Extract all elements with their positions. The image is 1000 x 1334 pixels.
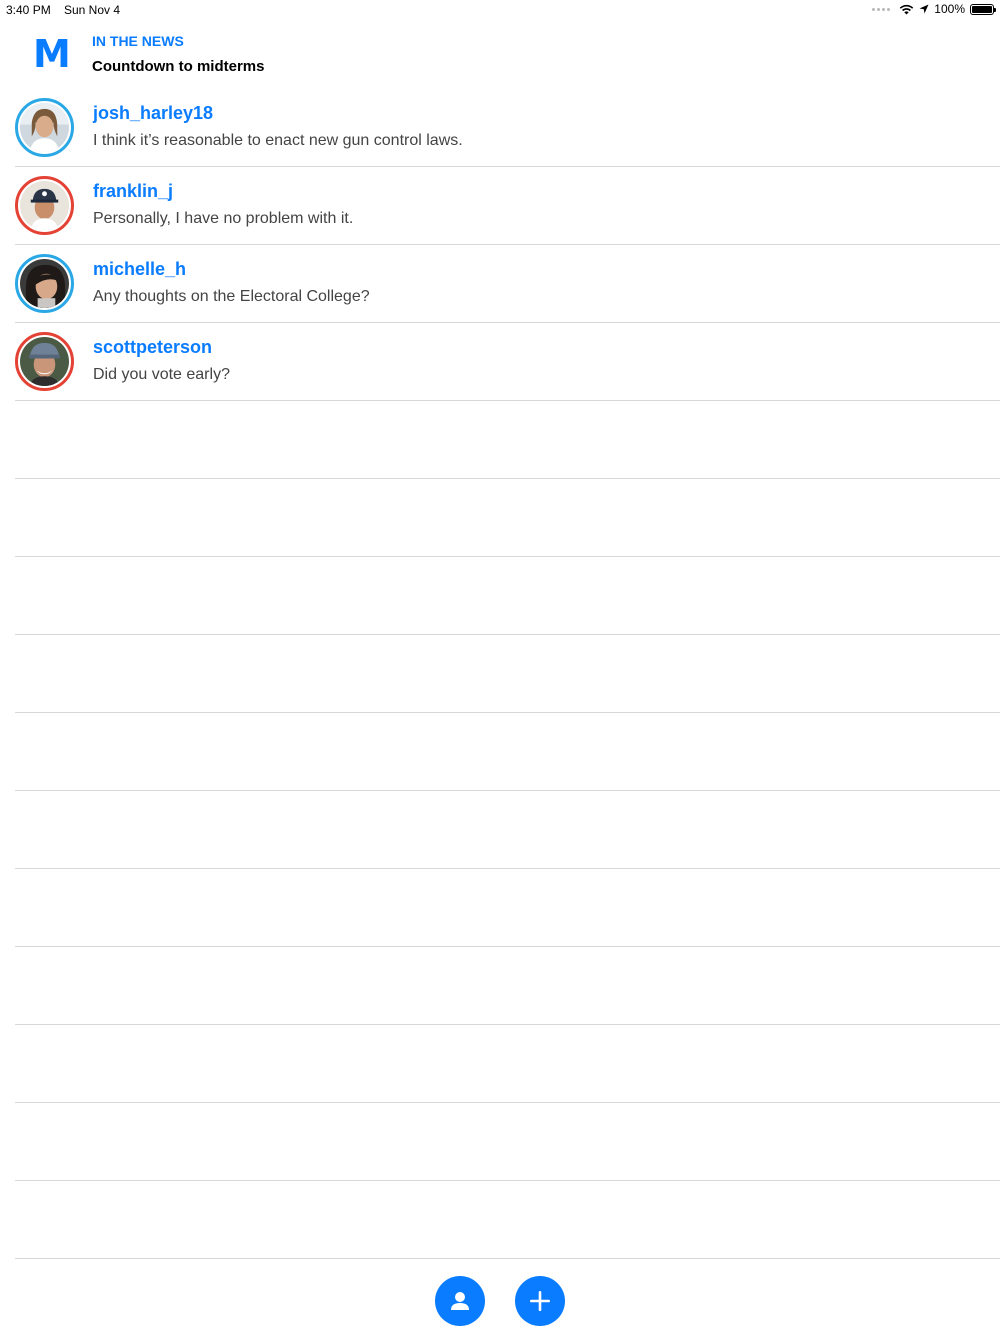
status-bar: 3:40 PM Sun Nov 4 100%	[0, 0, 1000, 20]
app-screen: 3:40 PM Sun Nov 4 100% M IN THE NEWS Cou…	[0, 0, 1000, 1334]
empty-row	[15, 947, 1000, 1025]
empty-row	[15, 557, 1000, 635]
empty-row	[15, 791, 1000, 869]
status-date: Sun Nov 4	[64, 3, 121, 17]
app-logo: M	[33, 32, 71, 76]
thread-username[interactable]: michelle_h	[93, 259, 186, 280]
add-icon	[530, 1291, 550, 1311]
header-kicker: IN THE NEWS	[92, 33, 184, 49]
empty-row	[15, 1025, 1000, 1103]
empty-row	[15, 479, 1000, 557]
add-button[interactable]	[515, 1276, 565, 1326]
bottom-bar	[0, 1272, 1000, 1334]
empty-row	[15, 713, 1000, 791]
profile-button[interactable]	[435, 1276, 485, 1326]
thread-row[interactable]: josh_harley18 I think it’s reasonable to…	[15, 89, 1000, 167]
thread-message: Any thoughts on the Electoral College?	[93, 288, 370, 305]
thread-row[interactable]: michelle_h Any thoughts on the Electoral…	[15, 245, 1000, 323]
news-header[interactable]: M IN THE NEWS Countdown to midterms	[0, 24, 1000, 92]
battery-icon	[970, 3, 996, 15]
thread-username[interactable]: scottpeterson	[93, 337, 212, 358]
empty-row	[15, 635, 1000, 713]
status-indicators: 100%	[872, 2, 996, 16]
avatar[interactable]	[15, 254, 74, 313]
thread-message: I think it’s reasonable to enact new gun…	[93, 132, 463, 149]
avatar-photo	[20, 181, 69, 230]
wifi-icon	[900, 4, 914, 14]
empty-row	[15, 1181, 1000, 1259]
thread-message: Did you vote early?	[93, 366, 230, 383]
signal-dots-icon	[872, 7, 891, 11]
avatar-photo	[20, 259, 69, 308]
empty-row	[15, 869, 1000, 947]
battery-percent: 100%	[934, 2, 965, 16]
thread-username[interactable]: franklin_j	[93, 181, 173, 202]
thread-row[interactable]: scottpeterson Did you vote early?	[15, 323, 1000, 401]
thread-row[interactable]: franklin_j Personally, I have no problem…	[15, 167, 1000, 245]
avatar[interactable]	[15, 332, 74, 391]
avatar-photo	[20, 103, 69, 152]
avatar[interactable]	[15, 176, 74, 235]
empty-row	[15, 401, 1000, 479]
avatar[interactable]	[15, 98, 74, 157]
thread-message: Personally, I have no problem with it.	[93, 210, 354, 227]
thread-username[interactable]: josh_harley18	[93, 103, 213, 124]
header-title[interactable]: Countdown to midterms	[92, 58, 265, 75]
empty-row	[15, 1103, 1000, 1181]
profile-icon	[451, 1292, 469, 1310]
location-arrow-icon	[919, 4, 929, 14]
status-time: 3:40 PM	[6, 3, 51, 17]
thread-list: josh_harley18 I think it’s reasonable to…	[15, 89, 1000, 1334]
avatar-photo	[20, 337, 69, 386]
